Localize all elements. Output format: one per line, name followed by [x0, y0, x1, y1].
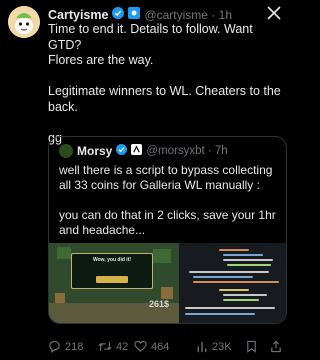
retweet-icon [98, 342, 112, 351]
game-score: 261$ [149, 299, 170, 309]
modal-title: Wow, you did it! [92, 257, 132, 263]
author-name[interactable]: Cartyisme [48, 8, 108, 22]
tweet-text: Time to end it. Details to follow. Want … [48, 22, 281, 145]
success-modal: Wow, you did it! [71, 253, 153, 289]
tweet-actions-bar: 218 42 464 23K [48, 340, 283, 356]
views-count: 23K [212, 340, 232, 353]
quote-header: Morsy @morsyxbt · 7h [59, 143, 278, 159]
retweet-button[interactable]: 42 [98, 340, 128, 353]
code-editor-screenshot [179, 243, 286, 323]
quoted-tweet[interactable]: Morsy @morsyxbt · 7h well there is a scr… [48, 136, 287, 324]
modal-submit-button [96, 276, 128, 283]
views-icon [197, 341, 207, 353]
quote-verified-badge-icon [116, 142, 128, 160]
quote-affiliate-badge-icon [131, 142, 143, 160]
heart-icon [134, 340, 147, 352]
views-button[interactable]: 23K [196, 340, 232, 353]
author-handle-time[interactable]: @cartyisme · 1h [144, 8, 232, 22]
x-logo-icon[interactable] [267, 6, 281, 20]
reply-icon [49, 340, 60, 353]
quote-author-name: Morsy [77, 144, 113, 158]
reply-count: 218 [65, 340, 84, 353]
quote-author-handle-time: @morsyxbt · 7h [146, 145, 228, 157]
quote-text: well there is a script to bypass collect… [59, 163, 276, 237]
share-button[interactable] [270, 340, 286, 353]
like-button[interactable]: 464 [134, 340, 169, 353]
author-avatar[interactable] [8, 6, 40, 38]
quote-media-image[interactable]: Wow, you did it! 261$ [49, 243, 286, 323]
bookmark-icon [247, 340, 256, 353]
share-icon [271, 340, 281, 353]
like-count: 464 [151, 340, 170, 353]
quote-author-avatar [59, 144, 73, 158]
retweet-count: 42 [116, 340, 129, 353]
game-screenshot: Wow, you did it! 261$ [49, 243, 179, 323]
reply-button[interactable]: 218 [48, 340, 83, 353]
bookmark-button[interactable] [246, 340, 261, 353]
